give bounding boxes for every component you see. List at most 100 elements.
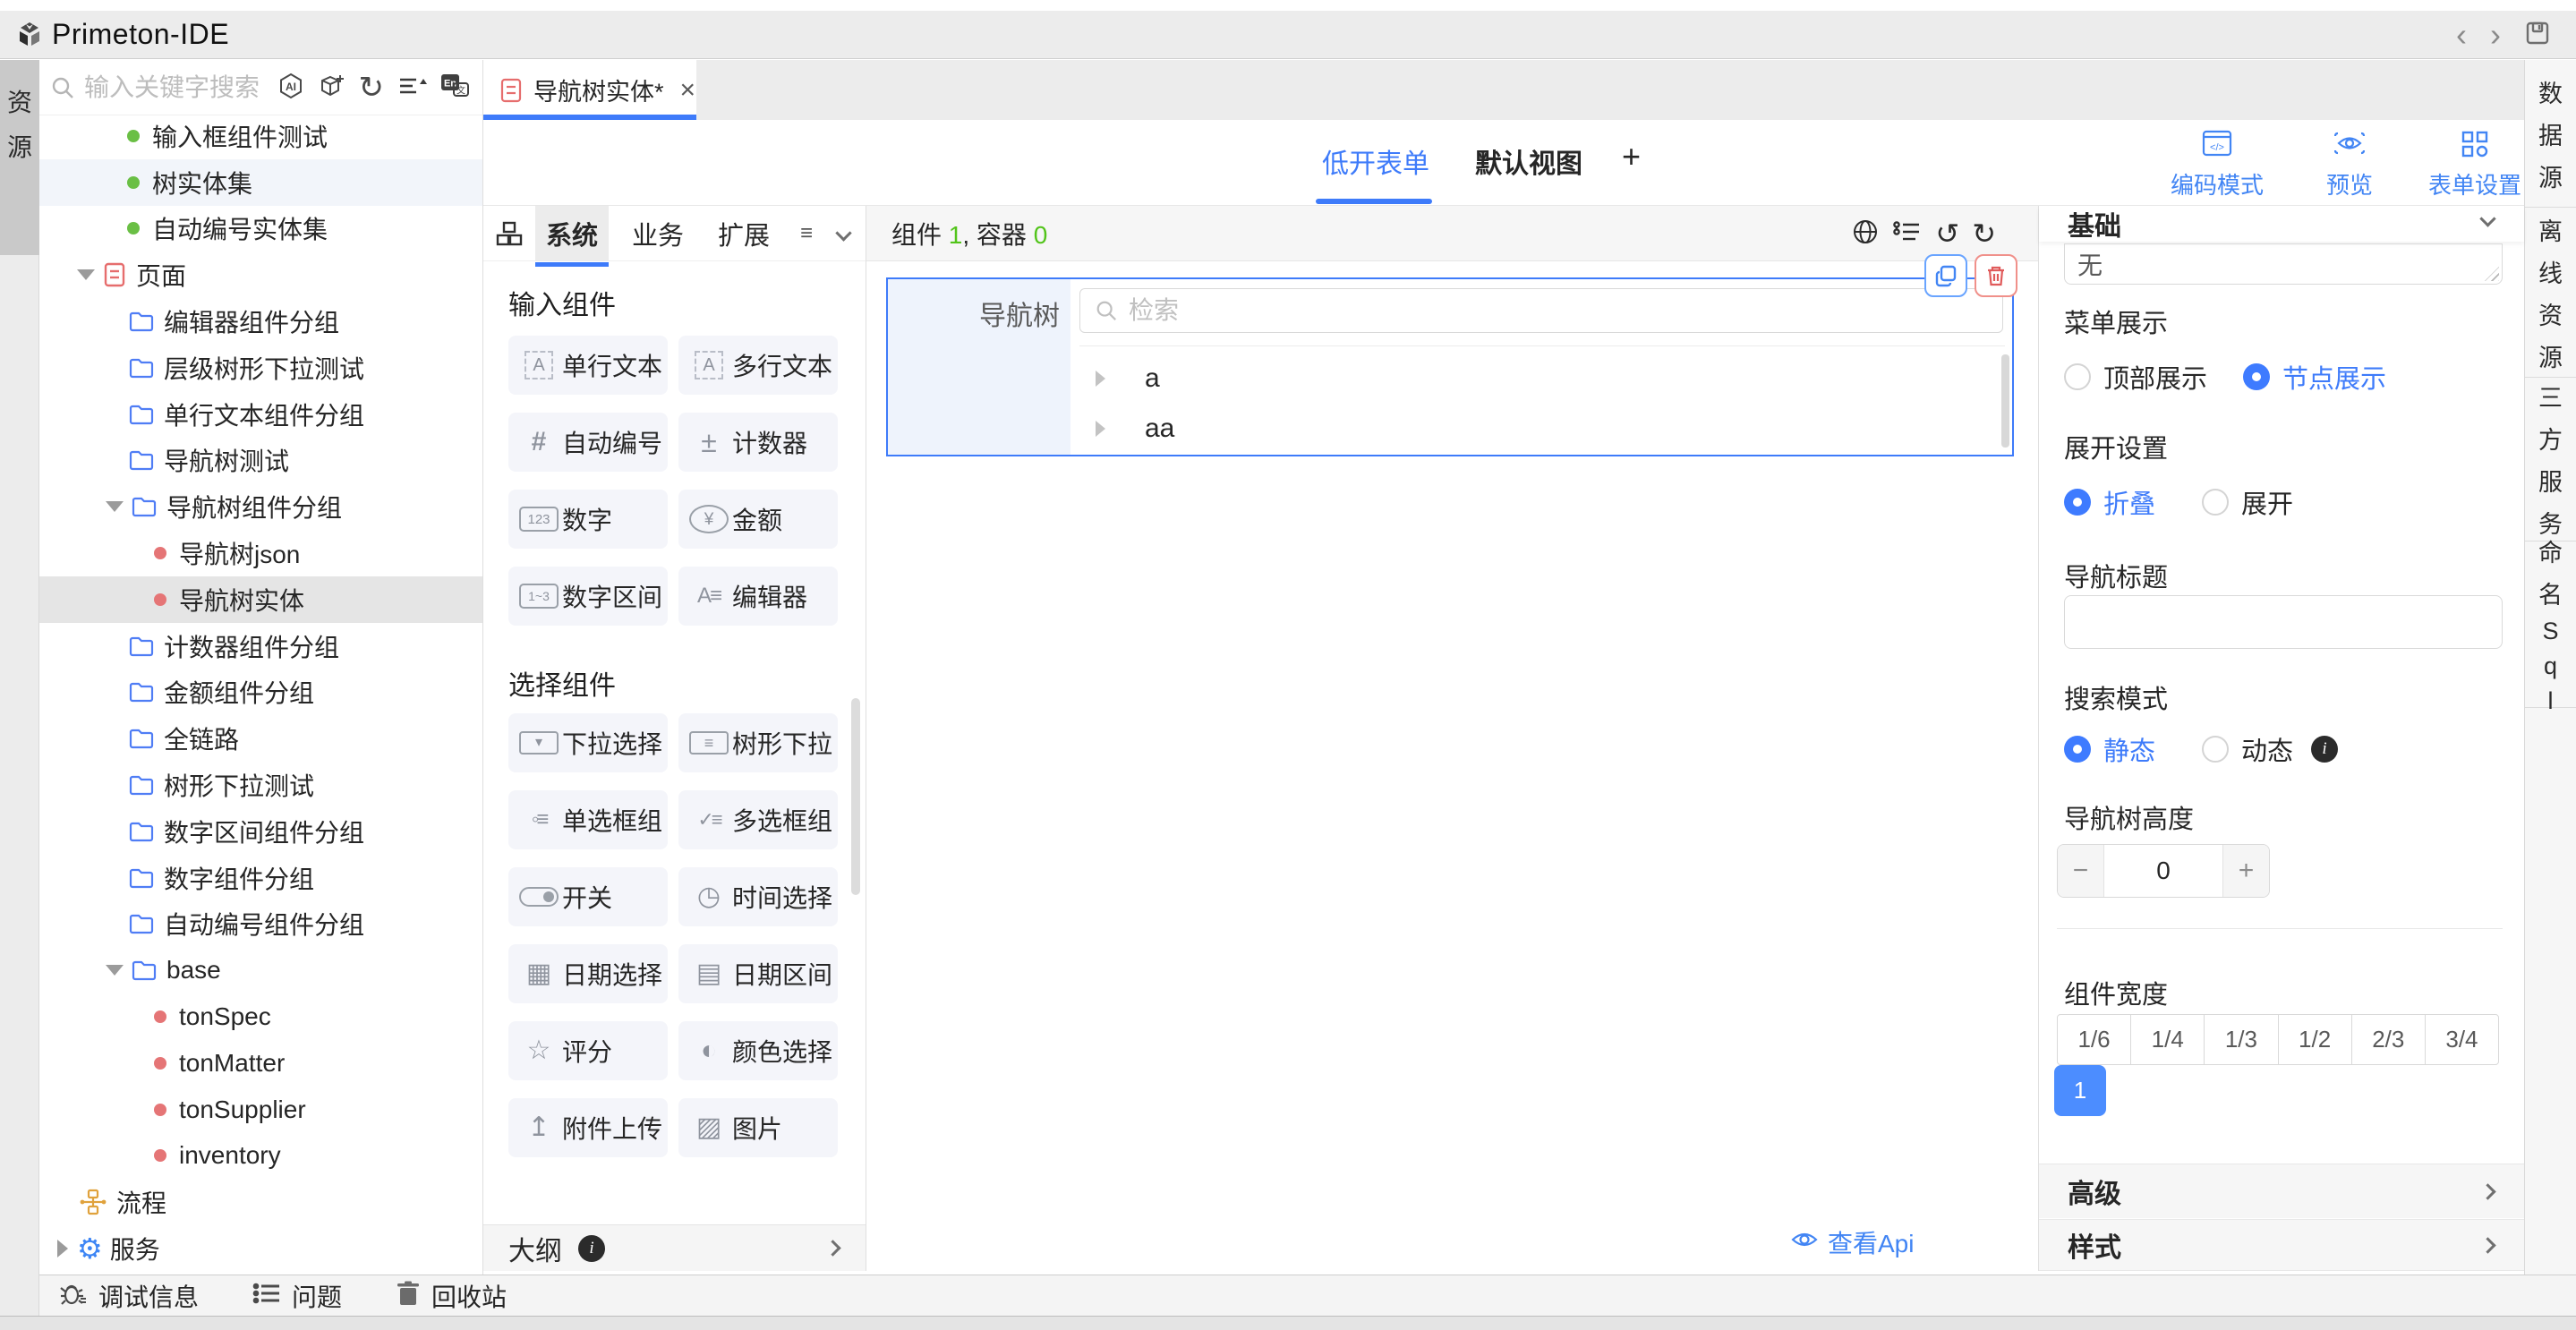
palette-item-dropdown[interactable]: 下拉选择 [508, 713, 668, 772]
delete-component-button[interactable] [1975, 254, 2017, 297]
navtree-scrollbar[interactable] [2001, 354, 2009, 448]
structure-tree-icon[interactable] [1892, 218, 1923, 250]
width-option[interactable]: 1/3 [2205, 1015, 2278, 1064]
resize-grip-icon[interactable] [2485, 267, 2499, 281]
redo-icon[interactable]: ↻ [1972, 219, 1996, 248]
tree-item[interactable]: 单行文本组件分组 [39, 391, 482, 438]
caret-right-icon[interactable] [1096, 371, 1105, 387]
tree-item-services[interactable]: ⚙ 服务 [39, 1225, 482, 1272]
new-entity-icon[interactable] [318, 72, 346, 105]
tree-item-process[interactable]: 流程 [39, 1179, 482, 1225]
tree-item[interactable]: 导航树json [39, 530, 482, 576]
debug-info-button[interactable]: 调试信息 [59, 1278, 199, 1314]
radio-dynamic[interactable]: 动态 i [2202, 730, 2338, 768]
caret-down-icon[interactable] [106, 965, 124, 976]
tree-item[interactable]: tonSpec [39, 993, 482, 1040]
radio-selected-icon[interactable] [2064, 489, 2091, 516]
nav-forward-icon[interactable]: › [2490, 19, 2501, 51]
tree-item[interactable]: 计数器组件分组 [39, 623, 482, 669]
palette-tab-extension[interactable]: 扩展 [707, 206, 780, 261]
caret-down-icon[interactable] [77, 269, 95, 280]
palette-item-multi-text[interactable]: 多行文本 [678, 336, 838, 395]
tree-item[interactable]: tonSupplier [39, 1087, 482, 1133]
radio-node-display[interactable]: 节点展示 [2243, 358, 2386, 396]
close-tab-icon[interactable]: × [680, 75, 696, 106]
navtree-node[interactable]: a [1079, 354, 1160, 403]
palette-item-tree-dropdown[interactable]: 树形下拉 [678, 713, 838, 772]
tree-item[interactable]: inventory [39, 1133, 482, 1180]
palette-item-checkbox-group[interactable]: 多选框组 [678, 790, 838, 849]
tree-item-selected[interactable]: 导航树实体 [39, 576, 482, 623]
stepper-plus-button[interactable]: + [2222, 845, 2269, 897]
caret-right-icon[interactable] [1096, 421, 1105, 437]
navtree-component-selected[interactable]: 导航树 a aa [886, 277, 2014, 456]
rail-tab-third-party-services[interactable]: 三方服务 [2525, 378, 2576, 541]
radio-static[interactable]: 静态 [2064, 730, 2155, 768]
palette-tab-system[interactable]: 系统 [535, 206, 609, 261]
rail-tab-offline-resources[interactable]: 离线资源 [2525, 208, 2576, 378]
radio-selected-icon[interactable] [2243, 363, 2270, 390]
preview-button[interactable]: 预览 [2305, 129, 2394, 200]
tree-item[interactable]: 数字区间组件分组 [39, 808, 482, 855]
stepper-minus-button[interactable]: − [2058, 845, 2104, 897]
refresh-icon[interactable]: ↻ [359, 72, 385, 103]
palette-item-number[interactable]: 数字 [508, 490, 668, 549]
basic-section-header[interactable]: 基础 [2039, 206, 2524, 242]
palette-tab-business[interactable]: 业务 [621, 206, 695, 261]
tree-item[interactable]: 数字组件分组 [39, 855, 482, 901]
tree-item[interactable]: 金额组件分组 [39, 669, 482, 716]
width-option[interactable]: 1/4 [2131, 1015, 2205, 1064]
add-view-button[interactable]: + [1622, 138, 1641, 175]
palette-item-radio-group[interactable]: 单选框组 [508, 790, 668, 849]
palette-item-auto-number[interactable]: 自动编号 [508, 413, 668, 472]
view-tab-default-view[interactable]: 默认视图 [1475, 141, 1582, 181]
rail-tab-named-sql[interactable]: 命名Sql [2525, 541, 2576, 708]
tree-item[interactable]: 全链路 [39, 715, 482, 762]
view-api-link[interactable]: 查看Api [1790, 1224, 1914, 1260]
tree-item-base-group[interactable]: base [39, 947, 482, 993]
stepper-value[interactable]: 0 [2104, 845, 2222, 897]
save-icon[interactable] [2524, 20, 2551, 51]
radio-top-display[interactable]: 顶部展示 [2064, 358, 2207, 396]
code-mode-button[interactable]: </> 编码模式 [2159, 129, 2275, 200]
radio-selected-icon[interactable] [2064, 736, 2091, 763]
width-option[interactable]: 3/4 [2426, 1015, 2498, 1064]
tree-item[interactable]: 编辑器组件分组 [39, 298, 482, 345]
width-option[interactable]: 1/6 [2058, 1015, 2131, 1064]
nav-title-input[interactable] [2064, 595, 2503, 649]
palette-item-counter[interactable]: 计数器 [678, 413, 838, 472]
radio-collapse[interactable]: 折叠 [2064, 483, 2155, 521]
file-tab-navtree-entity[interactable]: 导航树实体* × [483, 60, 696, 120]
width-option-selected[interactable]: 1 [2054, 1065, 2106, 1116]
undo-icon[interactable]: ↺ [1935, 219, 1959, 248]
sidebar-search-input[interactable] [82, 72, 297, 103]
palette-item-image[interactable]: 图片 [678, 1098, 838, 1157]
palette-item-date-picker[interactable]: 日期选择 [508, 944, 668, 1003]
copy-component-button[interactable] [1924, 254, 1967, 297]
caret-right-icon[interactable] [57, 1240, 68, 1258]
tree-item[interactable]: 自动编号组件分组 [39, 901, 482, 948]
palette-item-rating[interactable]: 评分 [508, 1021, 668, 1080]
palette-item-attachment-upload[interactable]: 附件上传 [508, 1098, 668, 1157]
radio-icon[interactable] [2202, 489, 2229, 516]
problems-button[interactable]: 问题 [252, 1278, 342, 1314]
recycle-bin-button[interactable]: 回收站 [396, 1278, 507, 1314]
tree-item[interactable]: 层级树形下拉测试 [39, 345, 482, 391]
palette-item-amount[interactable]: 金额 [678, 490, 838, 549]
radio-icon[interactable] [2202, 736, 2229, 763]
tree-item[interactable]: tonMatter [39, 1040, 482, 1087]
caret-down-icon[interactable] [106, 501, 124, 512]
tree-item-navtree-group[interactable]: 导航树组件分组 [39, 483, 482, 530]
sort-icon[interactable] [397, 72, 427, 104]
rail-tab-resources[interactable]: 资 源 [0, 60, 39, 255]
width-option[interactable]: 1/2 [2279, 1015, 2352, 1064]
palette-item-editor[interactable]: 编辑器 [678, 567, 838, 626]
style-section-header[interactable]: 样式 [2039, 1219, 2524, 1271]
outline-section[interactable]: 大纲 i [483, 1224, 866, 1271]
advanced-section-header[interactable]: 高级 [2039, 1164, 2524, 1218]
form-settings-button[interactable]: 表单设置 [2417, 129, 2533, 200]
tree-item[interactable]: 输入框组件测试 [39, 113, 482, 159]
palette-item-switch[interactable]: 开关 [508, 867, 668, 926]
tree-item[interactable]: 导航树测试 [39, 438, 482, 484]
radio-expand[interactable]: 展开 [2202, 483, 2293, 521]
